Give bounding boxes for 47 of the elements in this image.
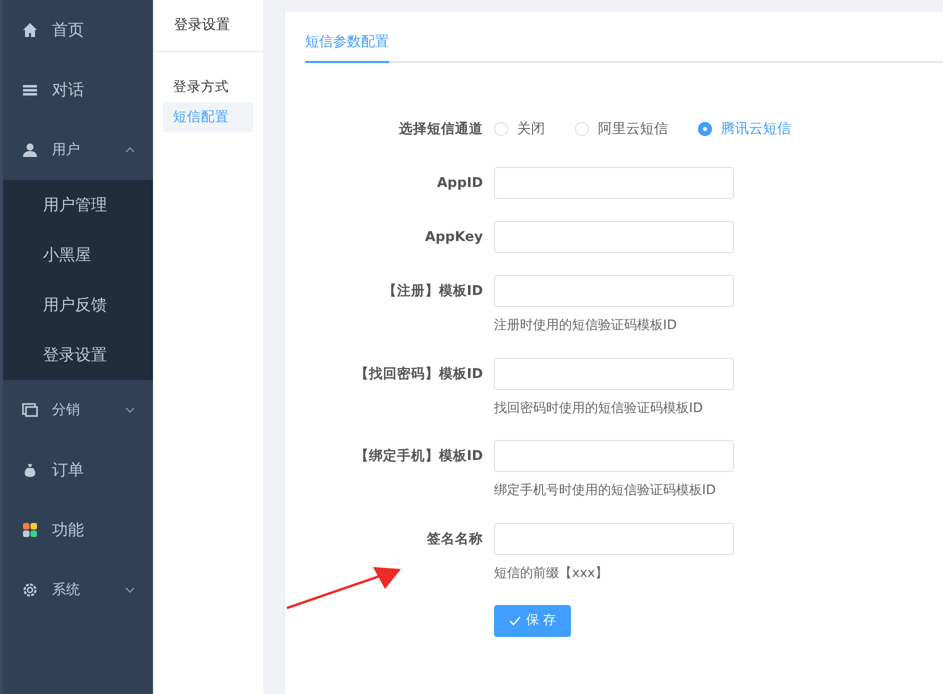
sidebar-subitem[interactable]: 用户管理 (3, 180, 153, 230)
input-field[interactable] (494, 167, 734, 199)
sidebar-subitem[interactable]: 登录设置 (3, 330, 153, 380)
field-label: 选择短信通道 (399, 121, 483, 137)
sidebar-item[interactable]: 用户 (3, 120, 153, 180)
sidebar-label: 分销 (52, 400, 80, 420)
menu-icon (22, 82, 38, 98)
field-label: AppID (436, 175, 483, 191)
input-field[interactable] (494, 358, 734, 390)
field-label: 【找回密码】模板ID (354, 366, 483, 382)
card-icon (22, 402, 38, 418)
field-label: 【绑定手机】模板ID (354, 448, 483, 464)
input-field[interactable] (494, 522, 734, 554)
sidebar-label: 功能 (52, 519, 84, 541)
radio-option[interactable]: 阿里云短信 (575, 118, 668, 140)
money-bag-icon (22, 462, 38, 478)
sidebar-item[interactable]: 首页 (3, 0, 153, 60)
grid-icon (22, 522, 38, 538)
sidebar-item[interactable]: 分销 (3, 380, 153, 440)
field-hint: 绑定手机号时使用的短信验证码模板ID (494, 482, 717, 500)
field-hint: 注册时使用的短信验证码模板ID (494, 317, 678, 335)
sidebar-label: 订单 (52, 459, 84, 481)
field-label: AppKey (425, 229, 483, 245)
radio-option[interactable]: 关闭 (494, 118, 545, 140)
home-icon (22, 22, 38, 38)
sidebar-label: 用户 (52, 140, 80, 160)
sidebar-item[interactable]: 系统 (3, 560, 153, 620)
sidebar-label: 对话 (52, 79, 84, 101)
check-icon (508, 616, 521, 626)
field-label: 签名名称 (427, 530, 483, 546)
sidebar-item[interactable]: 订单 (3, 440, 153, 500)
sidebar-label: 系统 (52, 580, 80, 600)
user-icon (22, 142, 38, 158)
gear-icon (22, 582, 38, 598)
field-hint: 找回密码时使用的短信验证码模板ID (494, 400, 704, 418)
sidebar-subitem[interactable]: 小黑屋 (3, 230, 153, 280)
input-field[interactable] (494, 275, 734, 307)
sidebar-item[interactable]: 功能 (3, 500, 153, 560)
sidebar-subitem[interactable]: 用户反馈 (3, 280, 153, 330)
sidebar-label: 首页 (52, 19, 84, 41)
input-field[interactable] (494, 221, 734, 253)
field-hint: 短信的前缀【xxx】 (494, 564, 610, 582)
input-field[interactable] (494, 440, 734, 472)
submenu-title: 登录设置 (153, 0, 263, 52)
submenu-item[interactable]: 登录方式 (163, 72, 253, 102)
sidebar-item[interactable]: 对话 (3, 60, 153, 120)
field-label: 【注册】模板ID (382, 283, 483, 299)
